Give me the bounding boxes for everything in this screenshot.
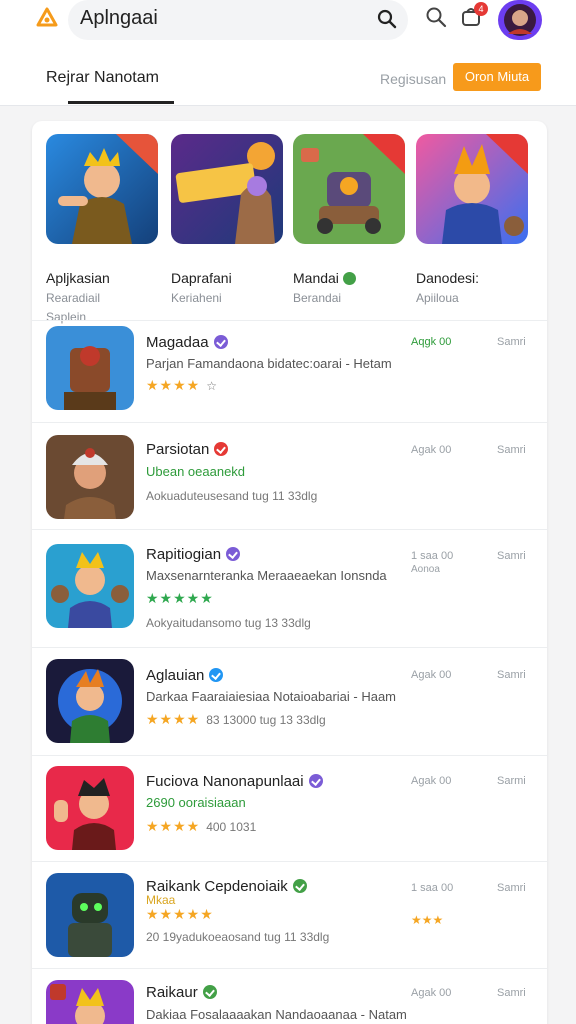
app-meta: Agak 00 xyxy=(411,987,452,999)
app-icon[interactable] xyxy=(46,326,134,410)
featured-item[interactable]: Apljkasian Rearadiail Saplein xyxy=(46,134,158,324)
app-title: Aglauian xyxy=(146,667,224,684)
tab-register[interactable]: Regisusan xyxy=(380,71,446,87)
search-icon[interactable] xyxy=(376,8,398,30)
app-size: Samri xyxy=(497,336,526,348)
verified-icon xyxy=(226,547,241,561)
app-title: Magadaa xyxy=(146,334,228,351)
verified-icon xyxy=(213,335,228,349)
rating-stars: ★★★★ 83 13000 tug 13 33dlg xyxy=(146,711,326,727)
top-bar: Aplngaai 4 xyxy=(0,0,576,56)
search-input[interactable]: Aplngaai xyxy=(80,7,158,30)
verified-icon xyxy=(209,668,224,682)
verified-icon xyxy=(202,985,217,999)
list-item[interactable]: Rapitiogian Maxsenarnteranka Meraaeaekan… xyxy=(32,529,547,647)
cta-button[interactable]: Oron Miuta xyxy=(453,63,541,91)
featured-sub: Apiiloua xyxy=(416,291,459,305)
featured-name: Apljkasian xyxy=(46,270,110,286)
app-title: Rapitiogian xyxy=(146,546,241,563)
tab-active[interactable]: Rejrar Nanotam xyxy=(46,69,159,87)
app-size: Samri xyxy=(497,550,526,562)
app-tag: Mkaa xyxy=(146,893,176,907)
cart-badge: 4 xyxy=(474,2,488,16)
featured-tile[interactable] xyxy=(293,134,405,244)
featured-tile[interactable] xyxy=(416,134,528,244)
app-description: Ubean oeaanekd xyxy=(146,464,246,479)
app-meta: 1 saa 00 xyxy=(411,550,454,562)
app-description: 2690 ooraisiaaan xyxy=(146,795,246,810)
featured-sub: Rearadiail xyxy=(46,291,101,305)
app-details: 20 19yadukoeaosand tug 11 33dlg xyxy=(146,930,330,944)
featured-tile[interactable] xyxy=(171,134,283,244)
verified-icon xyxy=(308,774,323,788)
app-icon[interactable] xyxy=(46,766,134,850)
app-meta-sub: Aonoa xyxy=(411,564,440,575)
app-icon[interactable] xyxy=(46,544,134,628)
search-bar[interactable]: Aplngaai xyxy=(68,0,408,40)
list-item[interactable]: Aglauian Darkaa Faaraiaiesiaa Notaioabar… xyxy=(32,647,547,755)
app-description: Maxsenarnteranka Meraaeaekan Ionsnda xyxy=(146,568,387,583)
featured-name: Daprafani xyxy=(171,270,232,286)
app-meta: Agak 00 xyxy=(411,444,452,456)
app-meta: Aqgk 00 xyxy=(411,336,452,348)
app-title: Fuciova Nanonapunlaai xyxy=(146,773,323,790)
app-meta: Agak 00 xyxy=(411,775,452,787)
avatar[interactable] xyxy=(498,0,542,40)
verified-icon xyxy=(214,442,229,456)
app-size: Samri xyxy=(497,669,526,681)
featured-item[interactable]: Daprafani Keriaheni xyxy=(171,134,283,305)
app-title: Parsiotan xyxy=(146,441,229,458)
tab-underline xyxy=(68,101,174,104)
app-size: Samri xyxy=(497,987,526,999)
app-description: Darkaa Faaraiaiesiaa Notaioabariai - Haa… xyxy=(146,689,397,704)
app-icon[interactable] xyxy=(46,980,134,1024)
app-details: Aokuaduteusesand tug 11 33dlg xyxy=(146,489,318,503)
list-item[interactable]: Fuciova Nanonapunlaai 2690 ooraisiaaan ★… xyxy=(32,755,547,861)
search-icon[interactable] xyxy=(425,6,447,28)
verified-icon xyxy=(342,272,356,285)
list-item[interactable]: Magadaa Parjan Famandaona bidatec:oarai … xyxy=(32,320,547,422)
app-size: Samri xyxy=(497,882,526,894)
app-details: Aokyaitudansomo tug 13 33dlg xyxy=(146,616,311,630)
featured-name: Danodesi: xyxy=(416,270,480,286)
app-list-card: Apljkasian Rearadiail Saplein Daprafani … xyxy=(32,121,547,1024)
list-item[interactable]: Raikaur Dakiaa Fosalaaaakan Nandaoaanaa … xyxy=(32,968,547,1024)
featured-item[interactable]: Mandai Berandai xyxy=(293,134,405,305)
app-meta: Agak 00 xyxy=(411,669,452,681)
featured-tile[interactable] xyxy=(46,134,158,244)
app-icon[interactable] xyxy=(46,659,134,743)
app-description: Dakiaa Fosalaaaakan Nandaoaanaa - Natam xyxy=(146,1007,407,1022)
rating-stars: ★★★★★ xyxy=(146,906,214,922)
app-title: Raikaur xyxy=(146,984,217,1001)
logo-icon[interactable] xyxy=(36,7,58,29)
featured-item[interactable]: Danodesi: Apiiloua xyxy=(416,134,528,305)
tab-bar: Rejrar Nanotam Regisusan Oron Miuta xyxy=(0,56,576,106)
rating-stars: ★★★★ 400 1031 xyxy=(146,818,257,834)
rating-stars: ★★★★ ☆ xyxy=(146,377,217,393)
app-description: Parjan Famandaona bidatec:oarai - Hetam xyxy=(146,356,392,371)
featured-sub: Berandai xyxy=(293,291,342,305)
list-item[interactable]: Raikank Cepdenoiaik Mkaa ★★★★★ 20 19yadu… xyxy=(32,861,547,968)
featured-name: Mandai xyxy=(293,270,356,286)
app-meta: 1 saa 00 xyxy=(411,882,454,894)
featured-sub: Keriaheni xyxy=(171,291,222,305)
list-item[interactable]: Parsiotan Ubean oeaanekd Aokuaduteusesan… xyxy=(32,422,547,529)
app-icon[interactable] xyxy=(46,873,134,957)
app-size: Samri xyxy=(497,444,526,456)
app-size: Sarmi xyxy=(497,775,526,787)
verified-icon xyxy=(292,879,307,893)
rating-stars: ★★★★★ xyxy=(146,590,214,606)
app-rating-mini: ★★★ xyxy=(411,913,444,927)
app-icon[interactable] xyxy=(46,435,134,519)
